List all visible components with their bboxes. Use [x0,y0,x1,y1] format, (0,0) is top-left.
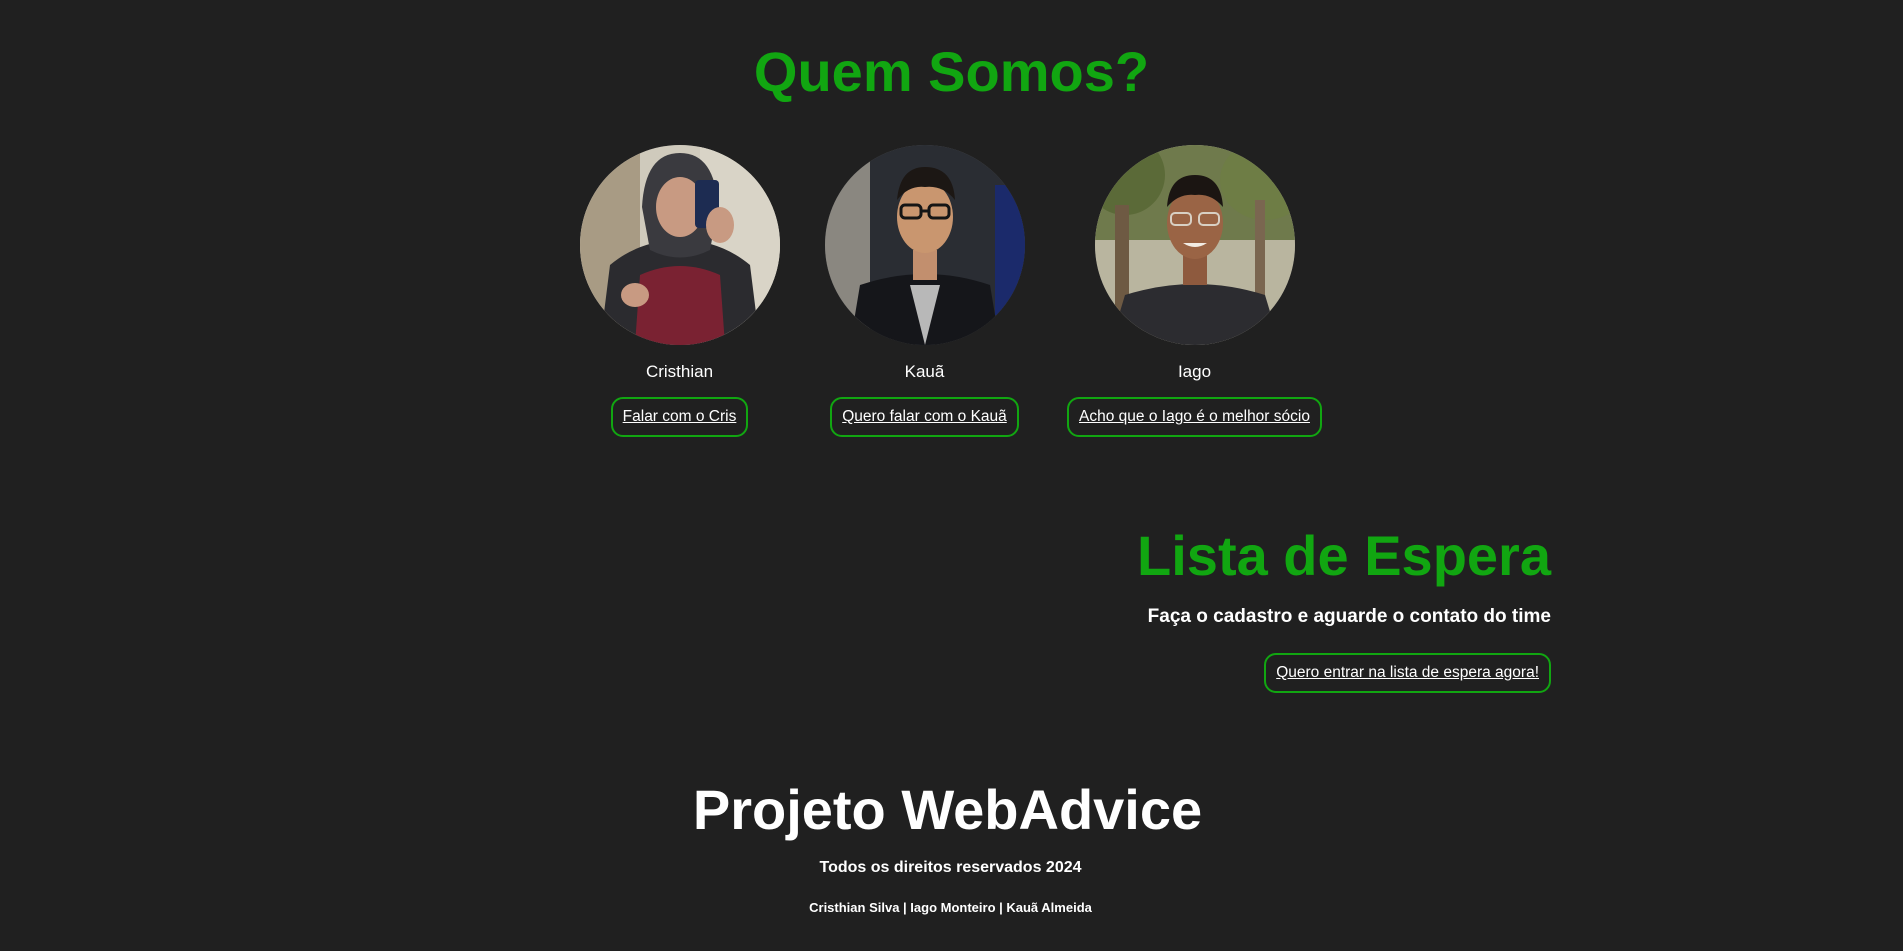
member-name-kaua: Kauã [904,362,945,381]
avatar-cristhian [579,145,780,345]
member-card-cristhian: Cristhian Falar com o Cris [579,145,780,437]
avatar-iago-image [1094,145,1295,345]
talk-to-kaua-button[interactable]: Quero falar com o Kauã [830,397,1019,437]
avatar-cristhian-image [579,145,780,345]
member-name-iago: Iago [1177,362,1212,381]
member-card-kaua: Kauã Quero falar com o Kauã [824,145,1025,437]
footer-credits: Cristhian Silva | Iago Monteiro | Kauã A… [809,900,1092,915]
avatar-iago [1094,145,1295,345]
waitlist-subtitle: Faça o cadastro e aguarde o contato do t… [1147,606,1551,627]
member-name-cristhian: Cristhian [645,362,714,381]
page: Quem Somos? Cristhian Falar com o Cris K… [0,0,1903,951]
about-title: Quem Somos? [753,40,1150,103]
join-waitlist-button[interactable]: Quero entrar na lista de espera agora! [1264,653,1551,693]
avatar-kaua-image [824,145,1025,345]
footer-rights: Todos os direitos reservados 2024 [819,859,1082,876]
footer-title: Projeto WebAdvice [692,778,1203,841]
member-card-iago: Iago Acho que o Iago é o melhor sócio [1067,145,1322,437]
talk-to-iago-button[interactable]: Acho que o Iago é o melhor sócio [1067,397,1322,437]
talk-to-cris-button[interactable]: Falar com o Cris [610,397,749,437]
members-row: Cristhian Falar com o Cris Kauã Quero fa… [0,145,1903,437]
waitlist-title: Lista de Espera [1137,524,1551,587]
avatar-kaua [824,145,1025,345]
